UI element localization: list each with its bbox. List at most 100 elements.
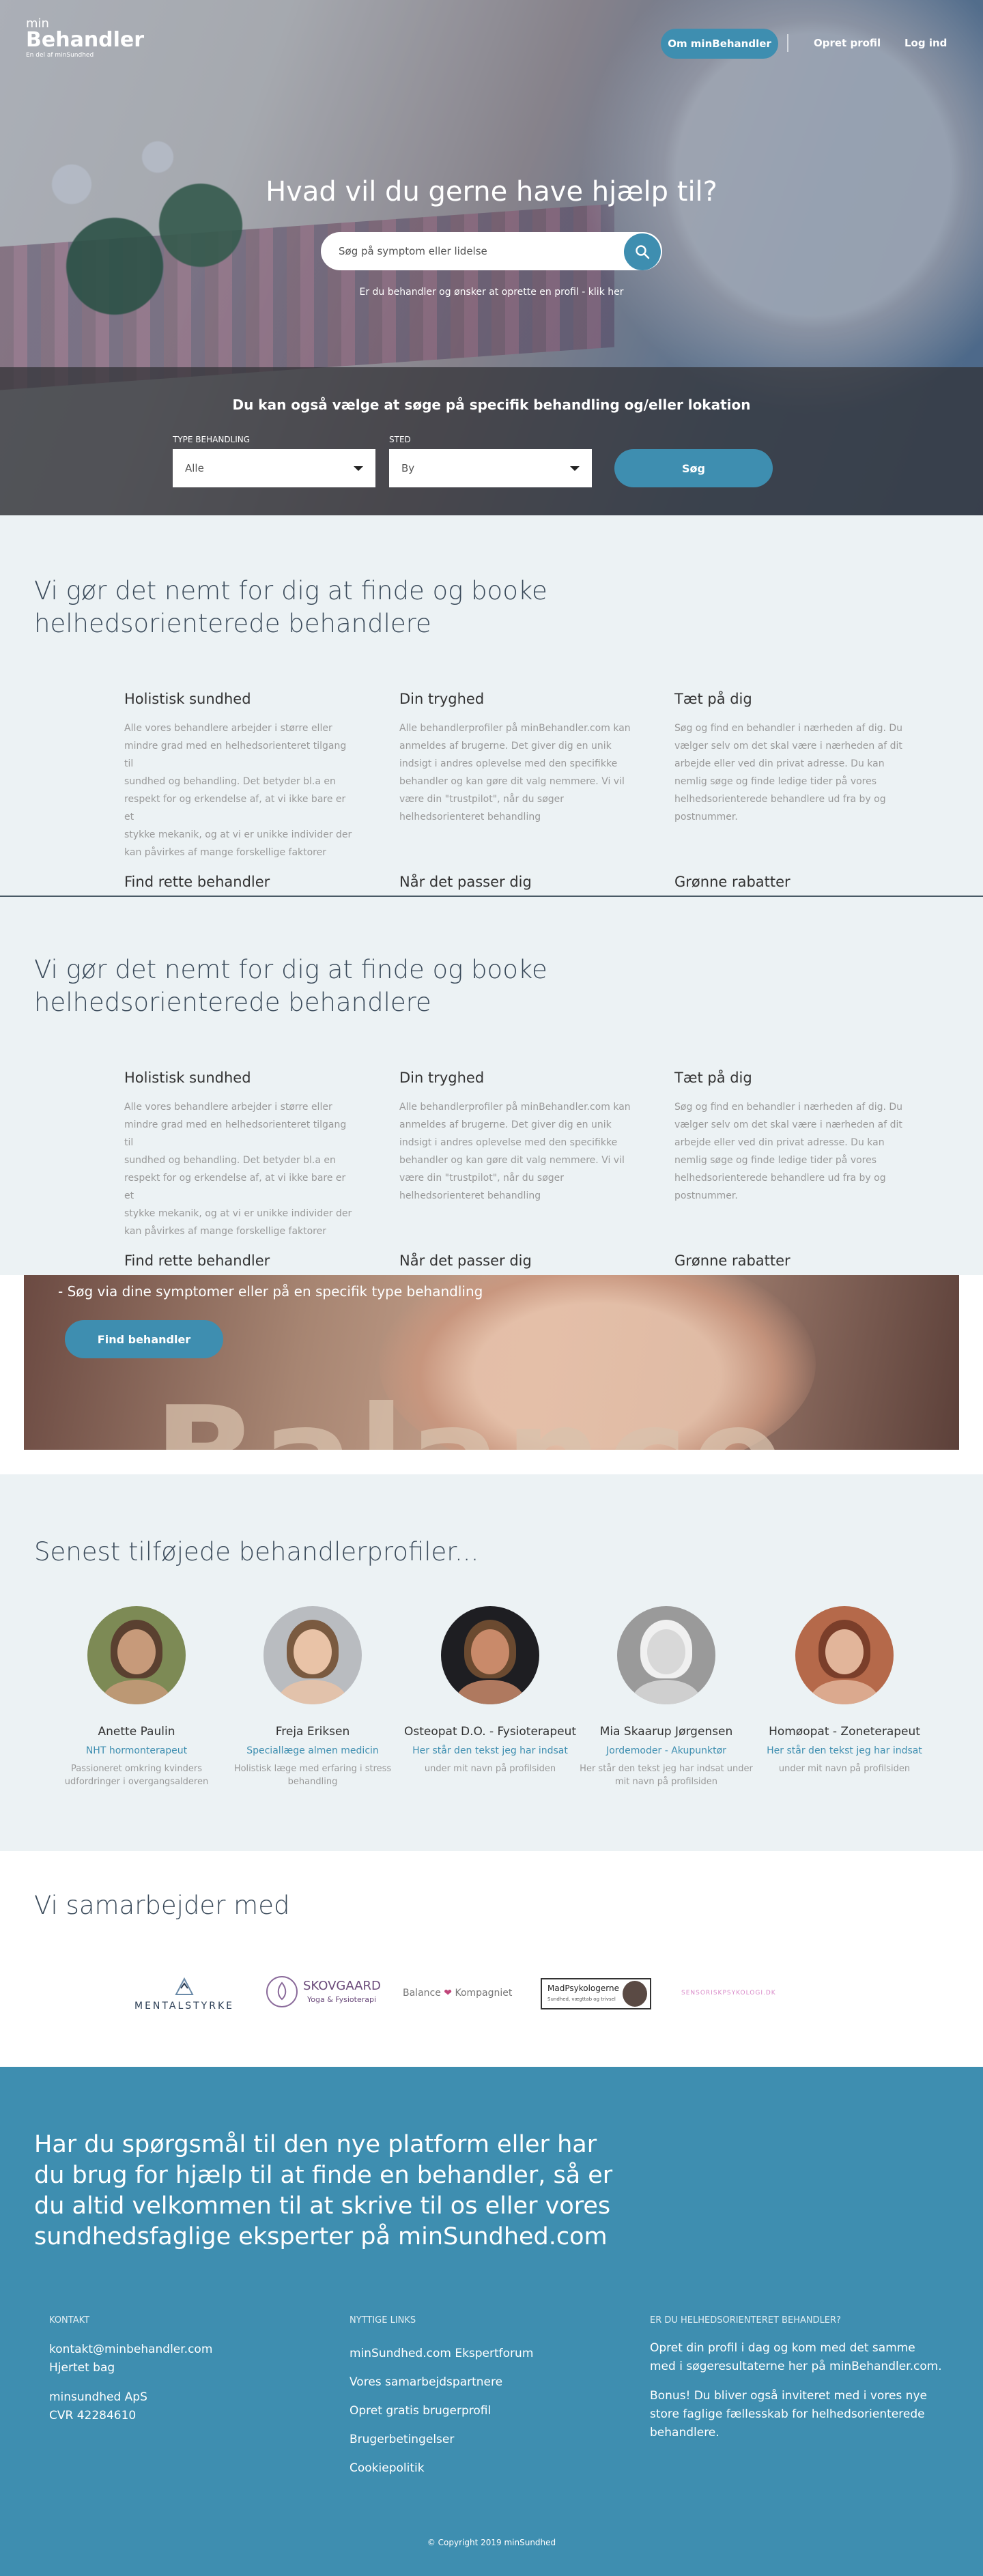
feature-holistisk: Holistisk sundhed Alle vores behandlere … [124, 691, 356, 861]
feature-line: postnummer. [674, 1190, 738, 1201]
feature-title: Tæt på dig [674, 1070, 752, 1086]
footer-link-samarbejdspartnere[interactable]: Vores samarbejdspartnere [350, 2368, 595, 2396]
feature-body: Alle vores behandlere arbejder i større … [124, 719, 356, 861]
type-behandling-label: TYPE BEHANDLING [173, 435, 251, 444]
feature-line: anmeldes af brugerne. Det giver dig en u… [399, 741, 612, 752]
profile-name[interactable]: Mia Skaarup Jørgensen [578, 1725, 755, 1738]
partner-name: Kompagniet [455, 1988, 513, 1999]
feature-body: Alle behandlerprofiler på minBehandler.c… [399, 1098, 631, 1205]
feature-body: Søg og find en behandler i nærheden af d… [674, 1098, 920, 1205]
sog-button[interactable]: Søg [614, 449, 773, 487]
sted-label: STED [389, 435, 411, 444]
partner-logo-sensoriskpsykologi[interactable]: SENSORISKPSYKOLOGI.DK [681, 1990, 797, 2003]
mountain-icon [175, 1977, 194, 1995]
profile-name[interactable]: Osteopat D.O. - Fysioterapeut [401, 1725, 579, 1738]
profile-avatar[interactable] [617, 1606, 715, 1704]
feature-line: nemlig søge og finde ledige tider på vor… [674, 776, 877, 787]
site-logo[interactable]: min Behandler En del af minSundhed [26, 18, 144, 59]
hero-title: Hvad vil du gerne have hjælp til? [266, 176, 717, 207]
nav-divider [787, 34, 788, 52]
feature-title: Grønne rabatter [674, 1253, 790, 1269]
profile-role: Her står den tekst jeg har indsat [412, 1745, 568, 1756]
profile-avatar[interactable] [87, 1606, 186, 1704]
heart-icon: ❤ [444, 1988, 453, 1999]
filter-title: Du kan også vælge at søge på specifik be… [232, 397, 751, 413]
feature-tryghed: Din tryghed Alle behandlerprofiler på mi… [399, 1070, 631, 1205]
feature-taet-paa-dig: Tæt på dig Søg og find en behandler i næ… [674, 691, 920, 826]
feature-line: Alle vores behandlere arbejder i større … [124, 1102, 332, 1113]
partner-logo-madpsykologerne[interactable]: MadPsykologerne Sundhed, vægttab og triv… [541, 1978, 651, 2009]
footer-lead: Har du spørgsmål til den nye platform el… [34, 2130, 621, 2252]
features-title-line: helhedsorienterede behandlere [34, 609, 431, 638]
feature-line: behandler og kan gøre dit valg nemmere. … [399, 1155, 625, 1166]
footer-lead-line: sundhedsfaglige eksperter på minSundhed.… [34, 2223, 608, 2250]
feature-title: Når det passer dig [399, 874, 532, 890]
profile-name[interactable]: Freja Eriksen [224, 1725, 401, 1738]
feature-line: være din "trustpilot", når du søger [399, 1173, 565, 1184]
symptom-search-input[interactable]: Søg på symptom eller lidelse [321, 232, 662, 270]
balance-banner: Balance - Søg via dine symptomer eller p… [24, 1275, 959, 1450]
feature-line: indsigt i andres oplevelse med den speci… [399, 1137, 618, 1148]
partner-logo-balance-kompagniet[interactable]: Balance ❤ Kompagniet [403, 1988, 519, 2008]
feature-line: indsigt i andres oplevelse med den speci… [399, 758, 618, 769]
feature-line: arbejde eller ved din privat adresse. Du… [674, 1137, 885, 1148]
feature-line: sundhed og behandling. Det betyder bl.a … [124, 1155, 336, 1166]
feature-line: være din "trustpilot", når du søger [399, 794, 565, 805]
nav-om-minbehandler-button[interactable]: Om minBehandler [661, 29, 778, 59]
lotus-icon [266, 1976, 298, 2007]
partner-logo-skovgaard[interactable]: SKOVGAARD Yoga & Fysioterapi [265, 1975, 388, 2016]
nav-opret-profil-link[interactable]: Opret profil [814, 37, 881, 49]
footer-text-line: store faglige fællesskab for helhedsorie… [650, 2407, 925, 2421]
feature-holistisk: Holistisk sundhed Alle vores behandlere … [124, 1070, 356, 1240]
feature-body: Alle behandlerprofiler på minBehandler.c… [399, 719, 631, 826]
footer-link-ekspertforum[interactable]: minSundhed.com Ekspertforum [350, 2339, 595, 2368]
feature-line: vælger selv om det skal være i nærheden … [674, 1119, 902, 1130]
footer-behandler-heading: ER DU HELHEDSORIENTERET BEHANDLER? [650, 2315, 841, 2325]
features-title-line: helhedsorienterede behandlere [34, 988, 431, 1017]
feature-line: respekt for og erkendelse af, at vi ikke… [124, 794, 346, 822]
footer-behandler: ER DU HELHEDSORIENTERET BEHANDLER? Opret… [650, 2315, 950, 2442]
feature-line: helhedsorienteret behandling [399, 812, 541, 822]
features-title: Vi gør det nemt for dig at finde og book… [34, 575, 547, 640]
profile-description: under mit navn på profilsiden [756, 1762, 933, 1775]
banner-big-word: Balance [154, 1377, 788, 1450]
feature-line: vælger selv om det skal være i nærheden … [674, 741, 902, 752]
sted-value: By [401, 462, 415, 474]
feature-line: helhedsorienterede behandlere ud fra by … [674, 794, 886, 805]
find-behandler-button[interactable]: Find behandler [65, 1320, 223, 1358]
type-behandling-value: Alle [185, 462, 204, 474]
footer-link-opret-brugerprofil[interactable]: Opret gratis brugerprofil [350, 2396, 595, 2425]
partner-name: SKOVGAARD [303, 1979, 381, 1993]
profile-description: Passioneret omkring kvinders udfordringer… [48, 1762, 225, 1788]
sted-select[interactable]: By [389, 449, 592, 487]
logo-tagline: En del af minSundhed [26, 52, 94, 59]
behandler-signup-link[interactable]: Er du behandler og ønsker at oprette en … [0, 287, 983, 298]
type-behandling-select[interactable]: Alle [173, 449, 375, 487]
profile-avatar[interactable] [795, 1606, 894, 1704]
footer-behandler-p1: Opret din profil i dag og kom med det sa… [650, 2339, 950, 2376]
search-button[interactable] [624, 233, 661, 270]
feature-line: Søg og find en behandler i nærheden af d… [674, 1102, 903, 1113]
profile-avatar[interactable] [263, 1606, 362, 1704]
partner-logo-mentalstyrke[interactable]: MENTALSTYRKE [126, 1976, 242, 2024]
profile-name[interactable]: Homøopat - Zoneterapeut [756, 1725, 933, 1738]
footer-link-brugerbetingelser[interactable]: Brugerbetingelser [350, 2425, 595, 2454]
footer-kontakt-block: kontakt@minbehandler.com Hjertet bag [49, 2341, 281, 2377]
profile-name[interactable]: Anette Paulin [48, 1725, 225, 1738]
profile-role: NHT hormonterapeut [85, 1745, 188, 1756]
footer-link-cookiepolitik[interactable]: Cookiepolitik [350, 2454, 595, 2482]
profile-description-line: under mit navn på profilsiden [778, 1764, 911, 1774]
features-title: Vi gør det nemt for dig at finde og book… [34, 954, 547, 1019]
feature-line: Søg og find en behandler i nærheden af d… [674, 723, 903, 734]
nav-log-ind-link[interactable]: Log ind [904, 37, 947, 49]
profile-role: Jordemoder - Akupunktør [606, 1745, 726, 1756]
copyright: © Copyright 2019 minSundhed [427, 2538, 556, 2547]
profile-avatar[interactable] [441, 1606, 539, 1704]
footer-address: Hjertet bag [49, 2361, 115, 2375]
footer-email-link[interactable]: kontakt@minbehandler.com [49, 2341, 281, 2359]
feature-line: stykke mekanik, og at vi er unikke indiv… [124, 1208, 352, 1219]
profiles-title: Senest tilføjede behandlerprofiler... [34, 1537, 479, 1566]
feature-title: Tæt på dig [674, 691, 752, 707]
profile-description-line: Holistisk læge med erfaring i stress [233, 1764, 392, 1774]
footer-behandler-p2: Bonus! Du bliver også inviteret med i vo… [650, 2387, 950, 2442]
